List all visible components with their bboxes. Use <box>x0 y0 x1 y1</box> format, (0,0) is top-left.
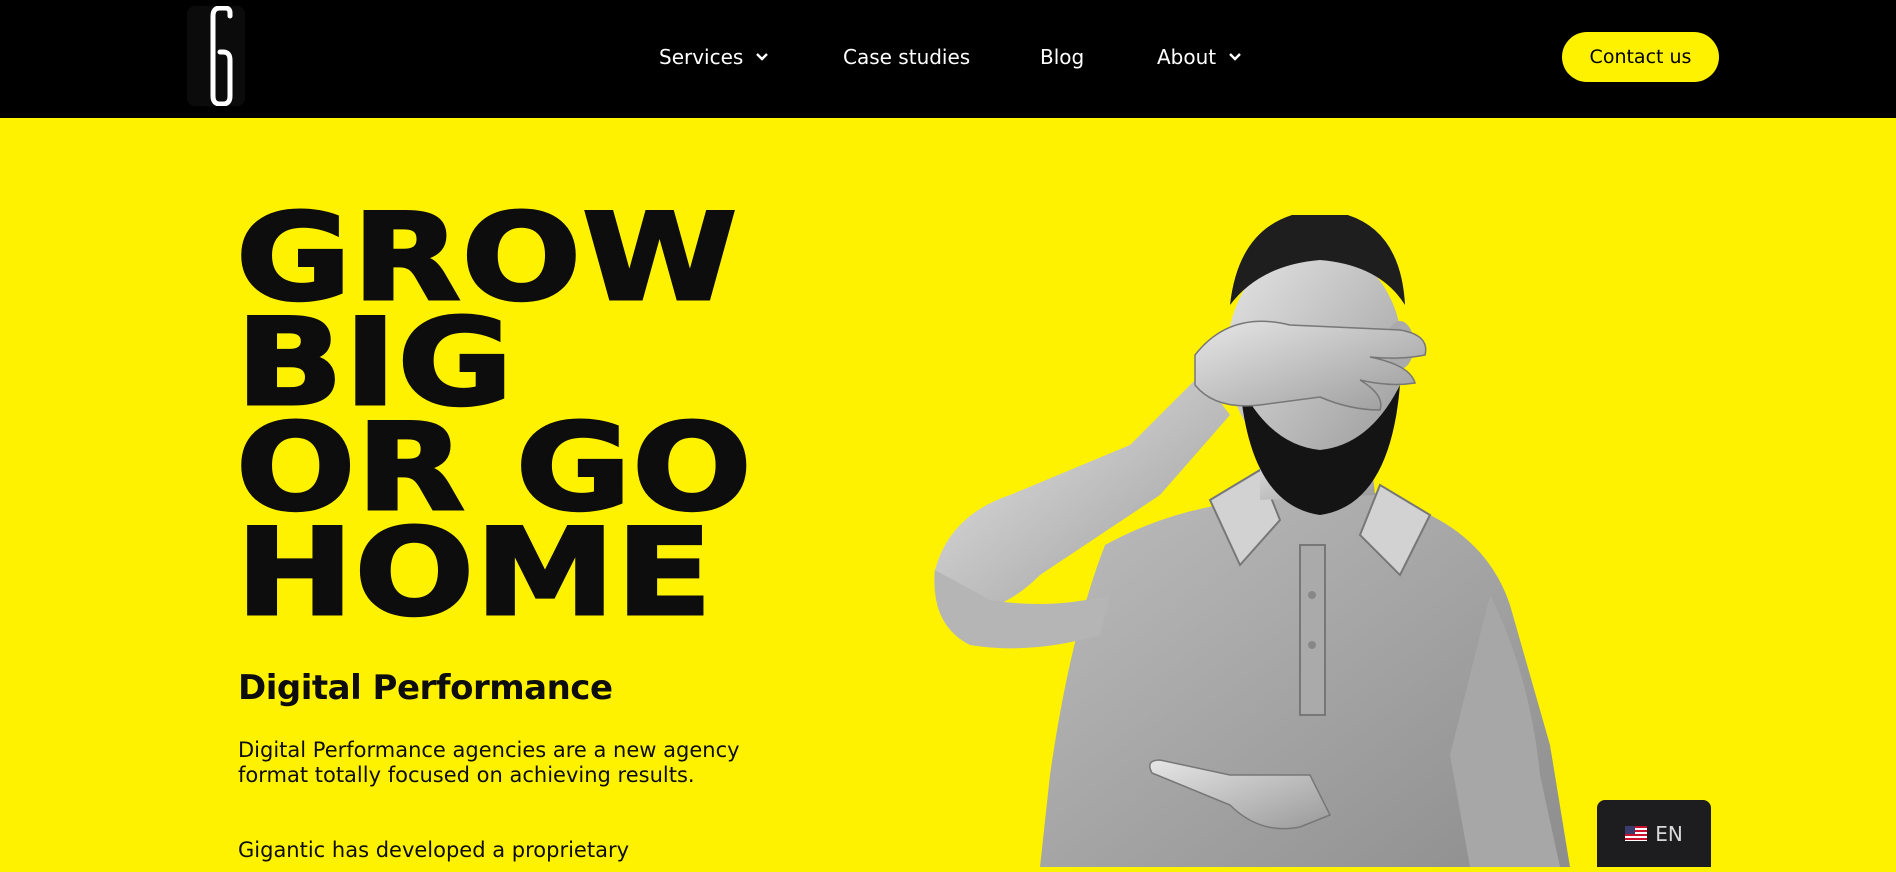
g-logo-icon[interactable] <box>187 6 245 106</box>
nav-blog-label: Blog <box>1040 45 1085 69</box>
nav-about[interactable]: About <box>1157 0 1242 114</box>
chevron-down-icon <box>1228 52 1242 62</box>
nav-services-label: Services <box>659 45 744 69</box>
hero-subtitle: Digital Performance <box>238 668 613 708</box>
headline-line: HOME <box>234 504 714 643</box>
site-header: Services Case studies Blog About Contact… <box>0 0 1896 118</box>
language-switcher[interactable]: EN <box>1597 800 1711 867</box>
nav-services[interactable]: Services <box>659 0 769 114</box>
chevron-down-icon <box>755 52 769 62</box>
hero-headline: GROW BIG OR GO HOME <box>234 197 753 643</box>
hero-paragraph: Gigantic has developed a proprietary <box>238 838 630 862</box>
hero-paragraph: Digital Performance agencies are a new a… <box>238 738 740 787</box>
nav-case-studies[interactable]: Case studies <box>843 0 970 114</box>
nav-blog[interactable]: Blog <box>1040 0 1084 114</box>
us-flag-icon <box>1625 822 1648 846</box>
language-label: EN <box>1655 821 1683 846</box>
nav-about-label: About <box>1157 45 1217 69</box>
nav-case-studies-label: Case studies <box>843 45 971 69</box>
hero-man-photo <box>930 210 1690 867</box>
contact-us-button[interactable]: Contact us <box>1562 32 1719 82</box>
